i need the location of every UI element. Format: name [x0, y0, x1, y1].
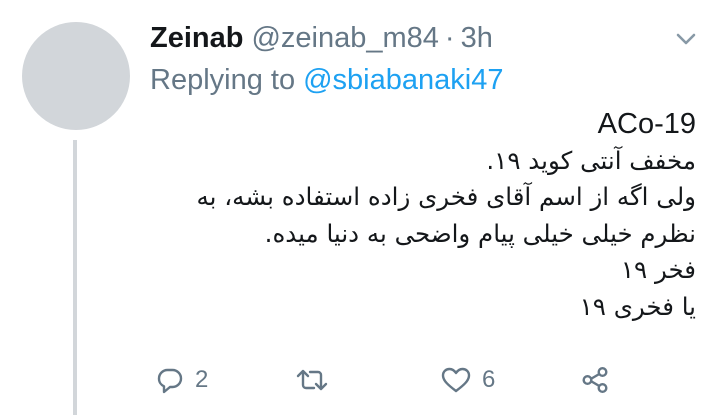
reply-count: 2: [195, 366, 209, 393]
like-count: 6: [482, 366, 496, 393]
author-handle[interactable]: @zeinab_m84: [251, 22, 438, 55]
replying-to-label: Replying to: [150, 63, 296, 96]
retweet-icon: [295, 365, 329, 395]
share-icon: [580, 365, 610, 395]
tweet-body-line: نظرم خیلی خیلی پیام واضحی به دنیا میده.: [264, 218, 696, 248]
tweet-body-line: مخفف آنتی کوید ۱۹.: [486, 145, 696, 175]
action-bar: 2 6: [150, 360, 696, 400]
tweet-timestamp[interactable]: 3h: [461, 22, 493, 55]
reply-button[interactable]: 2: [155, 360, 208, 400]
tweet-body-line: فخر ۱۹: [620, 255, 696, 284]
author-display-name[interactable]: Zeinab: [150, 22, 243, 55]
avatar[interactable]: [22, 22, 130, 130]
tweet-body-line: ولی اگه از اسم آقای فخری زاده استفاده بش…: [196, 182, 696, 211]
retweet-button[interactable]: [295, 360, 339, 400]
replying-to-mention[interactable]: @sbiabanaki47: [303, 64, 503, 97]
reply-icon: [155, 365, 185, 395]
like-button[interactable]: 6: [440, 360, 495, 400]
thread-line: [73, 140, 77, 415]
tweet-body-line: ACo-19: [597, 108, 696, 140]
chevron-down-icon[interactable]: [676, 32, 696, 46]
replying-to: Replying to @sbiabanaki47: [150, 60, 503, 100]
tweet[interactable]: Zeinab @zeinab_m84 · 3h Replying to @sbi…: [0, 0, 719, 415]
heart-icon: [440, 365, 472, 395]
share-button[interactable]: [580, 360, 610, 400]
separator-dot: ·: [444, 21, 455, 54]
tweet-header: Zeinab @zeinab_m84 · 3h: [150, 18, 493, 58]
tweet-body: ACo-19 مخفف آنتی کوید ۱۹. ولی اگه از اسم…: [160, 106, 696, 325]
tweet-body-line: یا فخری ۱۹: [579, 291, 696, 321]
